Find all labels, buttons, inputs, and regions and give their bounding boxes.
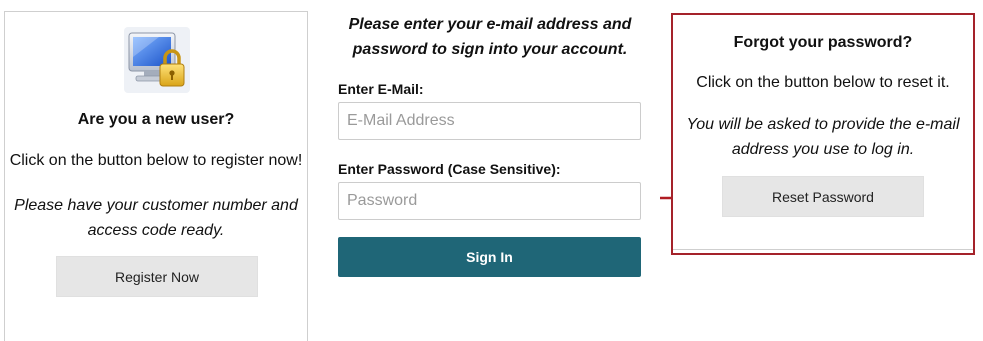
forgot-password-panel: Forgot your password? Click on the butto…: [671, 13, 975, 255]
email-label: Enter E-Mail:: [338, 81, 424, 97]
email-input[interactable]: [338, 102, 641, 140]
login-heading: Please enter your e-mail address and pas…: [348, 16, 632, 58]
reset-instruction: Click on the button below to reset it.: [696, 74, 950, 91]
password-label: Enter Password (Case Sensitive):: [338, 161, 561, 177]
forgot-password-title: Forgot your password?: [733, 34, 913, 51]
new-user-title: Are you a new user?: [77, 111, 235, 128]
computer-lock-icon: [124, 27, 190, 93]
reset-note: You will be asked to provide the e-mail …: [686, 116, 960, 158]
register-instruction: Click on the button below to register no…: [9, 152, 303, 169]
password-input[interactable]: [338, 182, 641, 220]
register-note: Please have your customer number and acc…: [14, 197, 298, 239]
register-now-button[interactable]: Register Now: [56, 256, 258, 297]
reset-password-button[interactable]: Reset Password: [722, 176, 924, 217]
new-user-panel: Are you a new user? Click on the button …: [4, 11, 308, 341]
sign-in-button[interactable]: Sign In: [338, 237, 641, 277]
panel-divider: [673, 249, 973, 250]
